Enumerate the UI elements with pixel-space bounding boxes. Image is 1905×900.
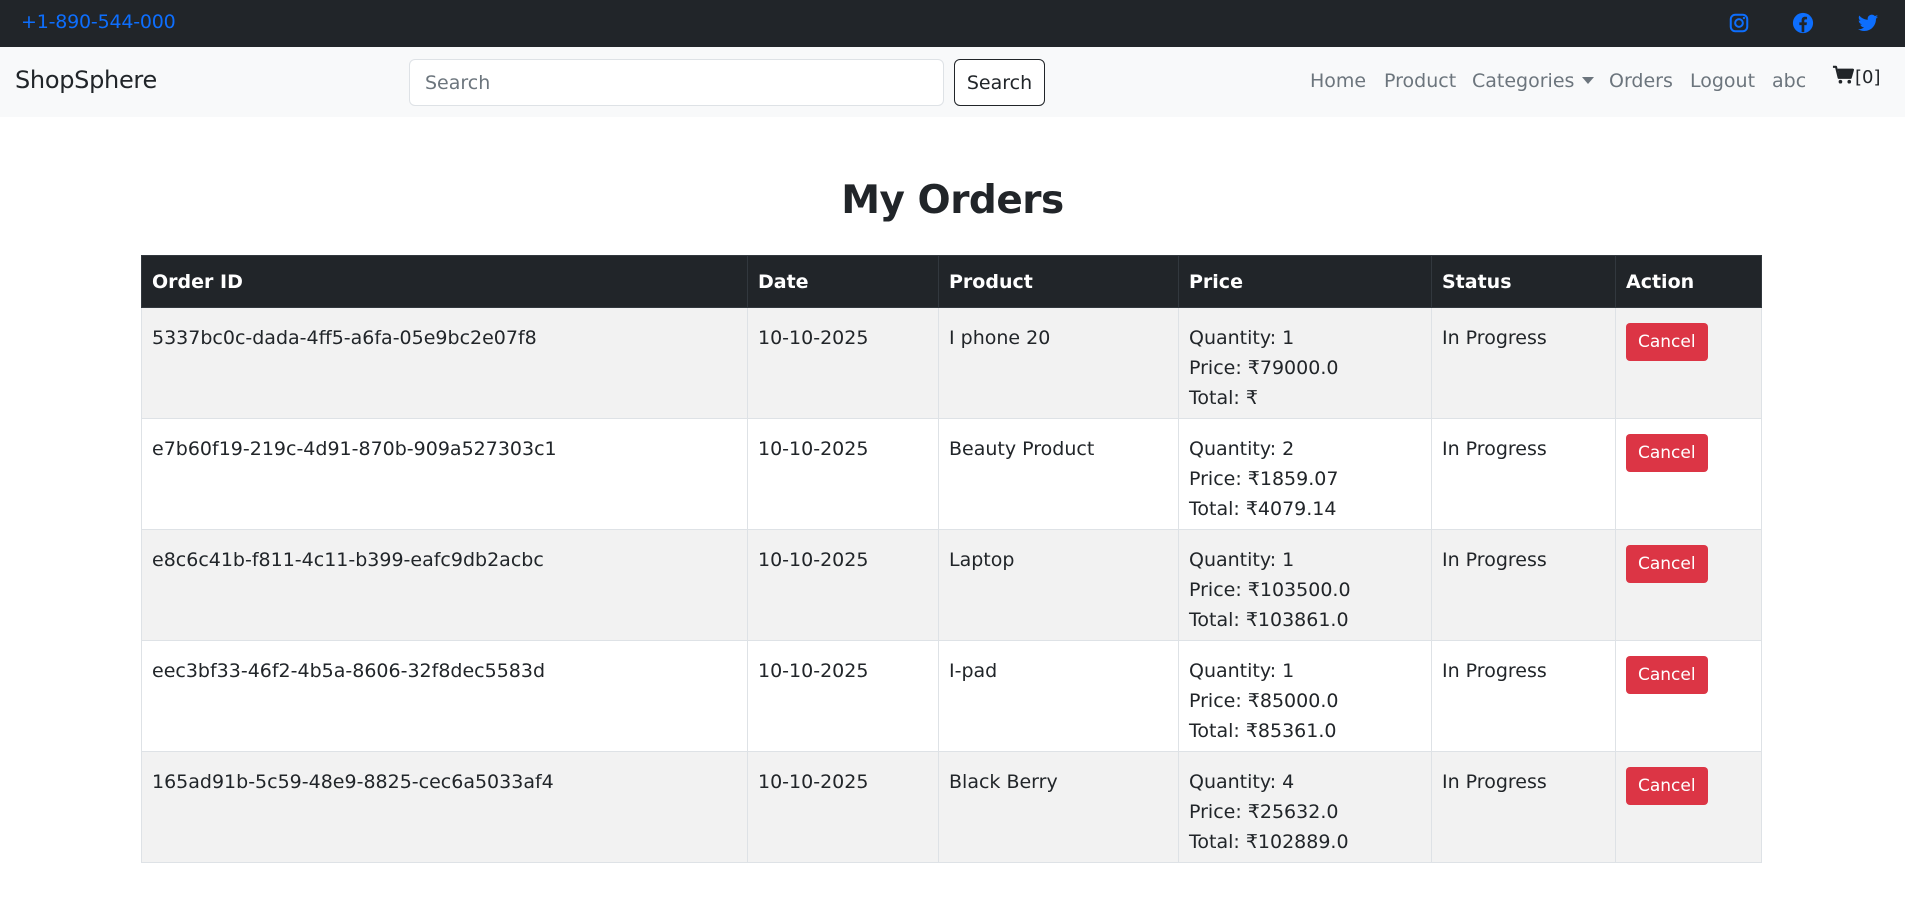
cancel-button[interactable]: Cancel: [1626, 656, 1708, 694]
action-cell: Cancel: [1615, 307, 1762, 419]
nav-categories-label: Categories: [1472, 70, 1575, 92]
date-cell: 10-10-2025: [747, 529, 939, 641]
table-row: e7b60f19-219c-4d91-870b-909a527303c1 10-…: [141, 418, 1762, 530]
action-cell: Cancel: [1615, 640, 1762, 752]
total-text: Total: ₹: [1189, 387, 1258, 409]
price-text: Price: ₹103500.0: [1189, 579, 1351, 601]
nav-logout[interactable]: Logout: [1690, 70, 1755, 92]
order-id-cell: 5337bc0c-dada-4ff5-a6fa-05e9bc2e07f8: [141, 307, 748, 419]
cart-link[interactable]: [0]: [1832, 65, 1881, 88]
price-text: Price: ₹1859.07: [1189, 468, 1339, 490]
quantity-text: Quantity: 1: [1189, 549, 1295, 571]
price-text: Price: ₹85000.0: [1189, 690, 1339, 712]
action-cell: Cancel: [1615, 418, 1762, 530]
status-cell: In Progress: [1431, 529, 1616, 641]
cart-count: [0]: [1855, 67, 1881, 88]
order-id-cell: e7b60f19-219c-4d91-870b-909a527303c1: [141, 418, 748, 530]
price-cell: Quantity: 1 Price: ₹103500.0 Total: ₹10386…: [1178, 529, 1432, 641]
chevron-down-icon: [1582, 76, 1595, 84]
total-text: Total: ₹4079.14: [1189, 498, 1337, 520]
price-cell: Quantity: 4 Price: ₹25632.0 Total: ₹102889…: [1178, 751, 1432, 863]
header-action: Action: [1615, 255, 1762, 308]
total-text: Total: ₹85361.0: [1189, 720, 1337, 742]
cart-icon: [1832, 65, 1855, 84]
status-cell: In Progress: [1431, 418, 1616, 530]
top-bar: +1-890-544-000: [0, 0, 1905, 47]
phone-link[interactable]: +1-890-544-000: [21, 11, 176, 33]
price-text: Price: ₹25632.0: [1189, 801, 1339, 823]
header-date: Date: [747, 255, 939, 308]
cancel-button[interactable]: Cancel: [1626, 545, 1708, 583]
quantity-text: Quantity: 1: [1189, 327, 1295, 349]
date-cell: 10-10-2025: [747, 418, 939, 530]
search-button[interactable]: Search: [954, 59, 1045, 106]
quantity-text: Quantity: 4: [1189, 771, 1295, 793]
nav-home[interactable]: Home: [1310, 70, 1366, 92]
price-cell: Quantity: 1 Price: ₹79000.0 Total: ₹: [1178, 307, 1432, 419]
order-id-cell: eec3bf33-46f2-4b5a-8606-32f8dec5583d: [141, 640, 748, 752]
cancel-button[interactable]: Cancel: [1626, 323, 1708, 361]
twitter-icon[interactable]: [1857, 12, 1879, 34]
table-row: e8c6c41b-f811-4c11-b399-eafc9db2acbc 10-…: [141, 529, 1762, 641]
status-cell: In Progress: [1431, 640, 1616, 752]
facebook-icon[interactable]: [1792, 12, 1814, 34]
cancel-button[interactable]: Cancel: [1626, 434, 1708, 472]
table-header-row: Order ID Date Product Price Status Actio…: [141, 255, 1762, 308]
date-cell: 10-10-2025: [747, 751, 939, 863]
price-cell: Quantity: 2 Price: ₹1859.07 Total: ₹4079.1…: [1178, 418, 1432, 530]
table-row: 165ad91b-5c59-48e9-8825-cec6a5033af4 10-…: [141, 751, 1762, 863]
orders-table: Order ID Date Product Price Status Actio…: [141, 255, 1762, 863]
product-cell: Laptop: [938, 529, 1179, 641]
nav-user[interactable]: abc: [1772, 70, 1806, 92]
page-title: My Orders: [841, 178, 1064, 223]
product-cell: I-pad: [938, 640, 1179, 752]
brand-logo[interactable]: ShopSphere: [15, 66, 157, 94]
product-cell: I phone 20: [938, 307, 1179, 419]
product-cell: Beauty Product: [938, 418, 1179, 530]
price-text: Price: ₹79000.0: [1189, 357, 1339, 379]
header-product: Product: [938, 255, 1179, 308]
action-cell: Cancel: [1615, 751, 1762, 863]
nav-categories-dropdown[interactable]: Categories: [1472, 70, 1595, 92]
status-cell: In Progress: [1431, 751, 1616, 863]
cancel-button[interactable]: Cancel: [1626, 767, 1708, 805]
date-cell: 10-10-2025: [747, 640, 939, 752]
price-cell: Quantity: 1 Price: ₹85000.0 Total: ₹85361.…: [1178, 640, 1432, 752]
order-id-cell: 165ad91b-5c59-48e9-8825-cec6a5033af4: [141, 751, 748, 863]
total-text: Total: ₹103861.0: [1189, 609, 1349, 631]
header-price: Price: [1178, 255, 1432, 308]
instagram-icon[interactable]: [1728, 12, 1750, 34]
order-id-cell: e8c6c41b-f811-4c11-b399-eafc9db2acbc: [141, 529, 748, 641]
main-navbar: ShopSphere Search Home Product Categorie…: [0, 47, 1905, 117]
total-text: Total: ₹102889.0: [1189, 831, 1349, 853]
quantity-text: Quantity: 1: [1189, 660, 1295, 682]
nav-product[interactable]: Product: [1384, 70, 1456, 92]
quantity-text: Quantity: 2: [1189, 438, 1295, 460]
table-row: 5337bc0c-dada-4ff5-a6fa-05e9bc2e07f8 10-…: [141, 307, 1762, 419]
table-row: eec3bf33-46f2-4b5a-8606-32f8dec5583d 10-…: [141, 640, 1762, 752]
status-cell: In Progress: [1431, 307, 1616, 419]
header-order-id: Order ID: [141, 255, 748, 308]
header-status: Status: [1431, 255, 1616, 308]
search-input[interactable]: [409, 59, 944, 106]
action-cell: Cancel: [1615, 529, 1762, 641]
date-cell: 10-10-2025: [747, 307, 939, 419]
product-cell: Black Berry: [938, 751, 1179, 863]
nav-orders[interactable]: Orders: [1609, 70, 1673, 92]
